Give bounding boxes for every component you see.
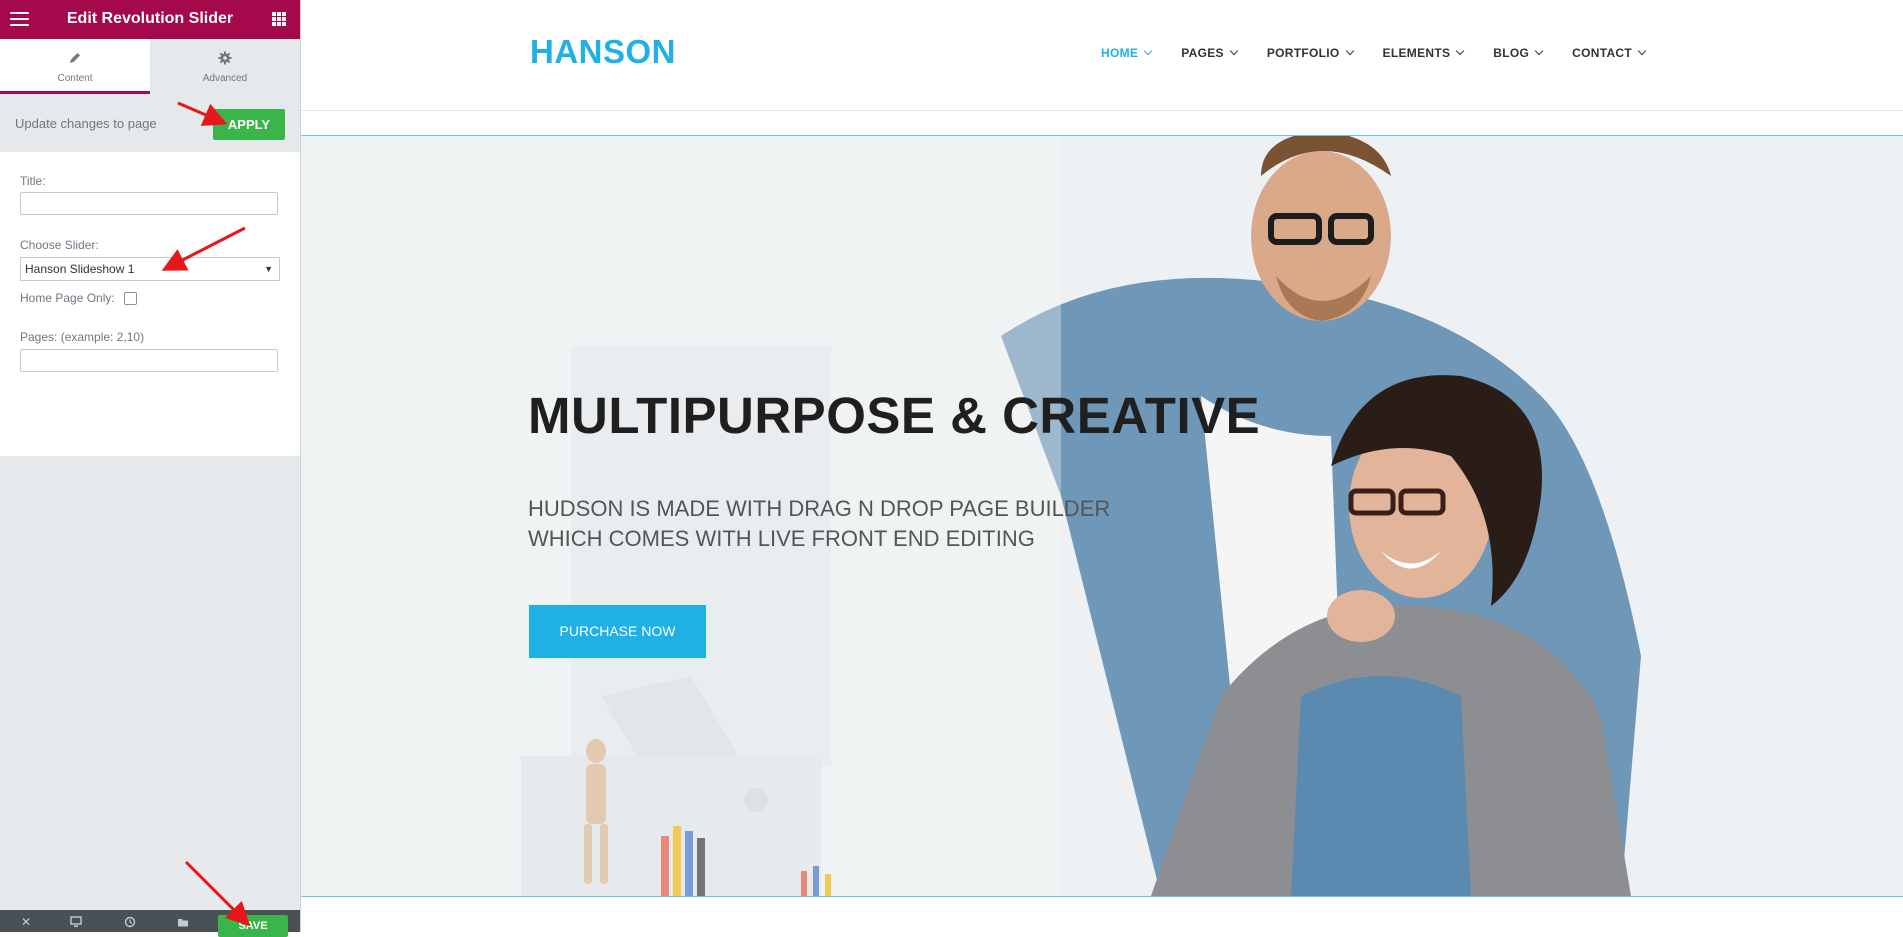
purchase-now-button[interactable]: PURCHASE NOW (529, 605, 706, 658)
apply-hint: Update changes to page (15, 116, 157, 131)
save-button[interactable]: SAVE (218, 915, 288, 937)
panel-tabs: Content Advanced (0, 39, 300, 94)
nav-blog-label: BLOG (1493, 46, 1530, 60)
main-nav: HOME PAGES PORTFOLIO ELEMENTS BLOG CONTA… (1101, 46, 1675, 60)
nav-home-label: HOME (1101, 46, 1139, 60)
widget-settings-form: Title: Choose Slider: Hanson Slideshow 1… (0, 152, 300, 456)
site-preview: HANSON HOME PAGES PORTFOLIO ELEMENTS BLO… (301, 0, 1903, 932)
home-page-only-label: Home Page Only: (20, 291, 115, 305)
hero-title: MULTIPURPOSE & CREATIVE (528, 387, 1261, 444)
desktop-icon[interactable] (70, 916, 82, 928)
apps-grid-icon[interactable] (272, 12, 286, 26)
site-header: HANSON HOME PAGES PORTFOLIO ELEMENTS BLO… (301, 0, 1903, 111)
title-label: Title: (20, 174, 46, 188)
nav-contact[interactable]: CONTACT (1572, 46, 1647, 60)
home-page-only-checkbox[interactable] (124, 292, 137, 305)
apply-button[interactable]: APPLY (213, 109, 285, 140)
choose-slider-value: Hanson Slideshow 1 (25, 262, 135, 276)
panel-header: Edit Revolution Slider (0, 0, 300, 39)
chevron-down-icon (1534, 46, 1544, 56)
nav-portfolio-label: PORTFOLIO (1266, 46, 1340, 60)
hero-subtitle-line-2: WHICH COMES WITH LIVE FRONT END EDITING (528, 526, 1035, 551)
title-input[interactable] (20, 192, 278, 215)
choose-slider-select[interactable]: Hanson Slideshow 1 ▼ (20, 257, 280, 281)
chevron-down-icon (1637, 46, 1647, 56)
nav-home[interactable]: HOME (1101, 46, 1153, 60)
history-icon[interactable] (124, 916, 136, 928)
nav-pages[interactable]: PAGES (1181, 46, 1239, 60)
panel-footer: ✕ SAVE (0, 910, 300, 937)
dropdown-caret-icon: ▼ (264, 264, 273, 274)
close-icon[interactable]: ✕ (20, 916, 32, 928)
apply-row: Update changes to page APPLY (0, 94, 300, 152)
nav-portfolio[interactable]: PORTFOLIO (1266, 46, 1354, 60)
tab-advanced[interactable]: Advanced (150, 39, 300, 94)
site-logo[interactable]: HANSON (530, 33, 676, 71)
hero-slider[interactable]: MULTIPURPOSE & CREATIVE HUDSON IS MADE W… (301, 135, 1903, 897)
editor-panel: Edit Revolution Slider Content Advanced … (0, 0, 301, 937)
nav-pages-label: PAGES (1181, 46, 1224, 60)
choose-slider-label: Choose Slider: (20, 238, 99, 252)
chevron-down-icon (1229, 46, 1239, 56)
nav-elements-label: ELEMENTS (1382, 46, 1451, 60)
chevron-down-icon (1345, 46, 1354, 56)
tab-content[interactable]: Content (0, 39, 150, 94)
pencil-icon (0, 51, 150, 67)
panel-title: Edit Revolution Slider (66, 10, 234, 27)
pages-input[interactable] (20, 349, 278, 372)
chevron-down-icon (1456, 46, 1465, 56)
hero-subtitle-line-1: HUDSON IS MADE WITH DRAG N DROP PAGE BUI… (528, 496, 1111, 521)
nav-elements[interactable]: ELEMENTS (1382, 46, 1465, 60)
gear-icon (150, 51, 300, 67)
tab-advanced-label: Advanced (202, 73, 248, 84)
folder-icon[interactable] (177, 916, 189, 928)
tab-content-label: Content (57, 73, 93, 84)
nav-contact-label: CONTACT (1572, 46, 1633, 60)
chevron-down-icon (1143, 46, 1153, 56)
pages-label: Pages: (example: 2,10) (20, 330, 145, 344)
nav-blog[interactable]: BLOG (1493, 46, 1544, 60)
